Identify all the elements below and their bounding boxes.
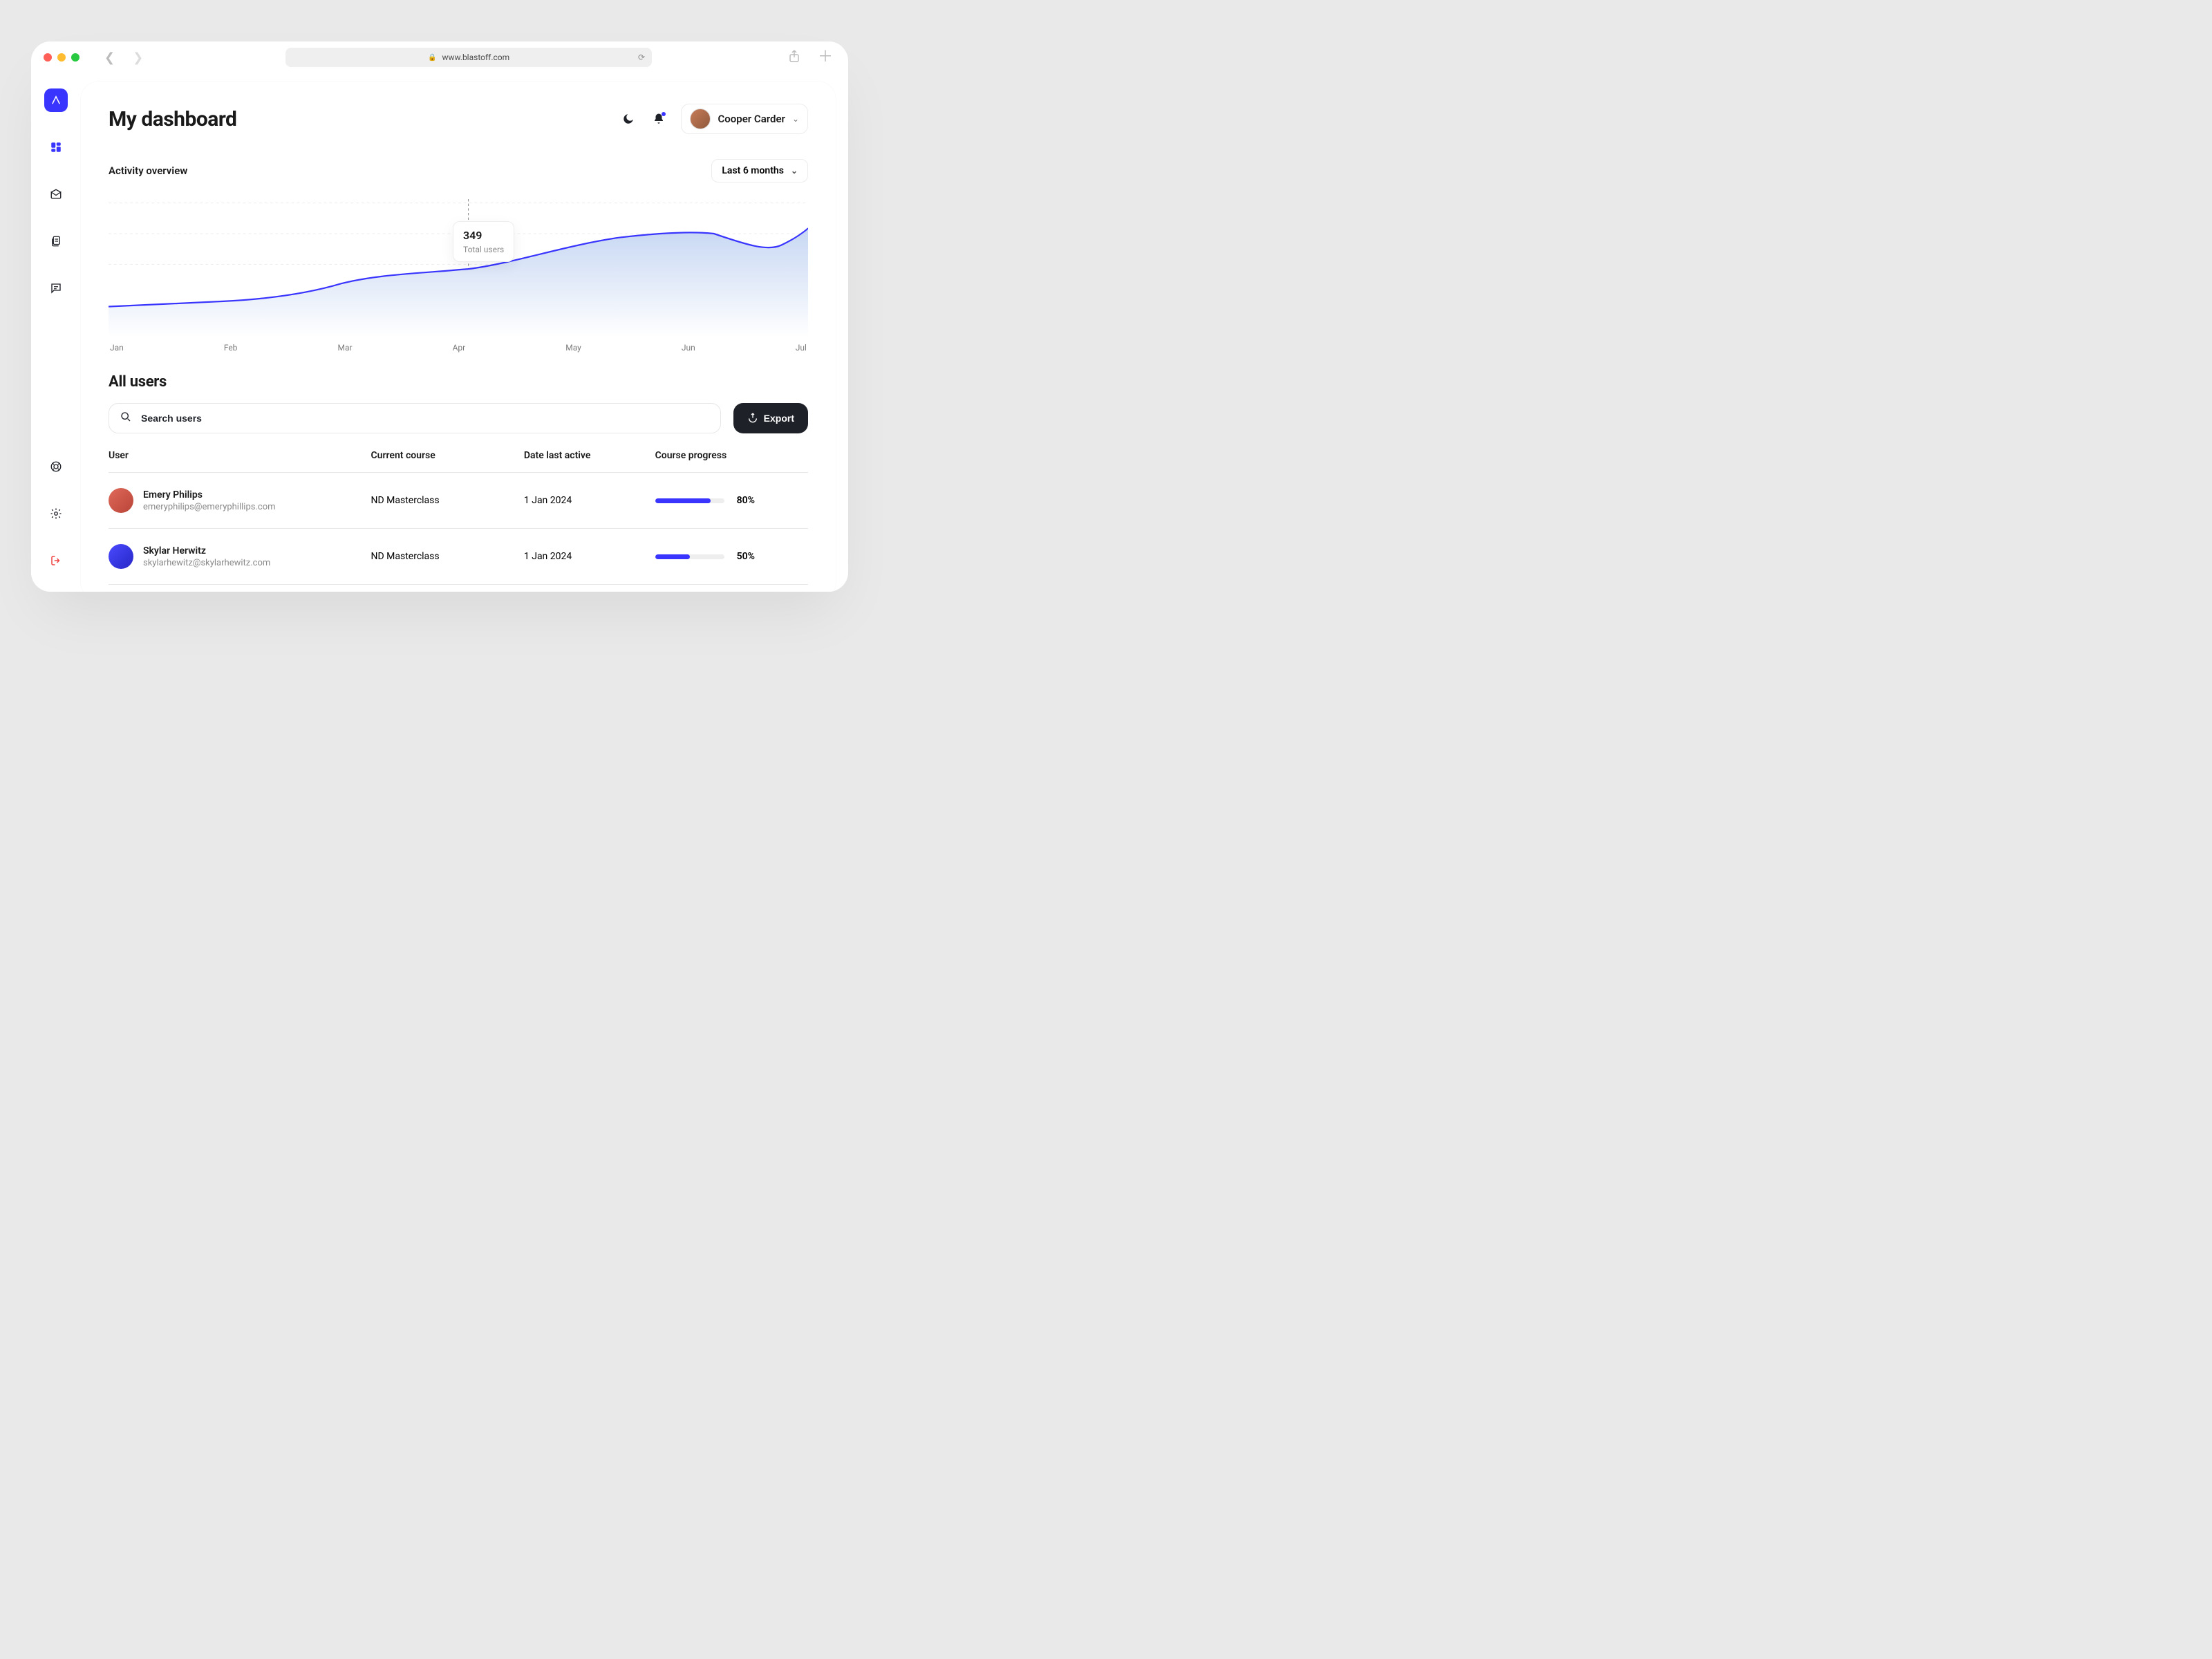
x-tick: May <box>565 343 581 353</box>
chevron-down-icon: ⌄ <box>792 114 799 124</box>
user-last-active: 1 Jan 2024 <box>524 495 655 506</box>
browser-titlebar: ❮ ❯ 🔒 www.blastoff.com ⟳ ＋ <box>31 41 848 73</box>
sidebar-item-messages[interactable] <box>44 276 68 300</box>
chart-x-axis: Jan Feb Mar Apr May Jun Jul <box>109 343 808 353</box>
user-name: Skylar Herwitz <box>143 545 270 556</box>
nav-forward-button[interactable]: ❯ <box>127 50 149 65</box>
account-name: Cooper Carder <box>718 113 785 125</box>
progress-percent: 50% <box>737 551 755 562</box>
window-controls <box>44 53 79 62</box>
col-header-user: User <box>109 450 371 461</box>
share-icon[interactable] <box>789 50 800 66</box>
lock-icon: 🔒 <box>428 54 436 62</box>
x-tick: Jun <box>682 343 695 353</box>
close-window-button[interactable] <box>44 53 52 62</box>
sidebar-item-documents[interactable] <box>44 229 68 253</box>
page-title: My dashboard <box>109 107 236 131</box>
user-last-active: 1 Jan 2024 <box>524 551 655 562</box>
table-row[interactable]: Emery Philips emeryphilips@emeryphillips… <box>109 473 808 529</box>
time-range-select[interactable]: Last 6 months ⌄ <box>711 159 808 182</box>
sidebar-app-logo[interactable] <box>44 88 68 112</box>
time-range-label: Last 6 months <box>722 165 784 176</box>
maximize-window-button[interactable] <box>71 53 79 62</box>
sidebar-item-dashboard[interactable] <box>44 135 68 159</box>
user-email: skylarhewitz@skylarhewitz.com <box>143 558 270 568</box>
user-course: ND Masterclass <box>371 495 524 506</box>
users-table: User Current course Date last active Cou… <box>109 450 808 592</box>
progress-bar <box>655 554 724 559</box>
sidebar <box>31 73 81 592</box>
user-course: ND Masterclass <box>371 551 524 562</box>
export-icon <box>747 412 758 425</box>
col-header-progress: Course progress <box>655 450 808 461</box>
x-tick: Jul <box>796 343 807 353</box>
activity-title: Activity overview <box>109 165 187 177</box>
col-header-course: Current course <box>371 450 524 461</box>
table-row[interactable]: Skylar Herwitz skylarhewitz@skylarhewitz… <box>109 529 808 585</box>
search-icon <box>120 411 131 425</box>
sidebar-item-inbox[interactable] <box>44 182 68 206</box>
sidebar-item-settings[interactable] <box>44 502 68 525</box>
address-bar[interactable]: 🔒 www.blastoff.com ⟳ <box>285 48 652 67</box>
progress-bar <box>655 498 724 503</box>
notification-dot <box>662 112 666 116</box>
export-label: Export <box>764 413 794 424</box>
user-email: emeryphilips@emeryphillips.com <box>143 502 276 512</box>
export-button[interactable]: Export <box>733 403 808 433</box>
tooltip-label: Total users <box>463 245 504 254</box>
reload-icon[interactable]: ⟳ <box>638 53 645 62</box>
progress-percent: 80% <box>737 495 755 506</box>
search-users-field[interactable] <box>109 403 721 433</box>
sidebar-item-help[interactable] <box>44 455 68 478</box>
main-panel: My dashboard Cooper Carder ⌄ <box>81 82 836 592</box>
x-tick: Apr <box>453 343 466 353</box>
minimize-window-button[interactable] <box>57 53 66 62</box>
new-tab-icon[interactable]: ＋ <box>818 50 833 65</box>
users-title: All users <box>109 373 808 391</box>
search-input[interactable] <box>140 412 709 424</box>
nav-back-button[interactable]: ❮ <box>99 50 120 65</box>
notifications-button[interactable] <box>650 111 667 127</box>
url-text: www.blastoff.com <box>442 53 509 62</box>
browser-window: ❮ ❯ 🔒 www.blastoff.com ⟳ ＋ <box>31 41 848 592</box>
avatar <box>690 109 711 129</box>
user-avatar <box>109 544 133 569</box>
x-tick: Mar <box>337 343 352 353</box>
account-menu[interactable]: Cooper Carder ⌄ <box>681 104 808 134</box>
chevron-down-icon: ⌄ <box>791 166 798 176</box>
table-row[interactable]: Skylar Herwitz skylarhewitz@skylarhewitz… <box>109 585 808 592</box>
user-avatar <box>109 488 133 513</box>
user-name: Emery Philips <box>143 489 276 500</box>
x-tick: Feb <box>224 343 238 353</box>
tooltip-value: 349 <box>463 229 504 242</box>
activity-chart: 349 Total users <box>109 199 808 337</box>
sidebar-item-logout[interactable] <box>44 549 68 572</box>
dark-mode-toggle[interactable] <box>620 111 637 127</box>
chart-tooltip: 349 Total users <box>453 221 514 262</box>
col-header-last-active: Date last active <box>524 450 655 461</box>
x-tick: Jan <box>110 343 124 353</box>
